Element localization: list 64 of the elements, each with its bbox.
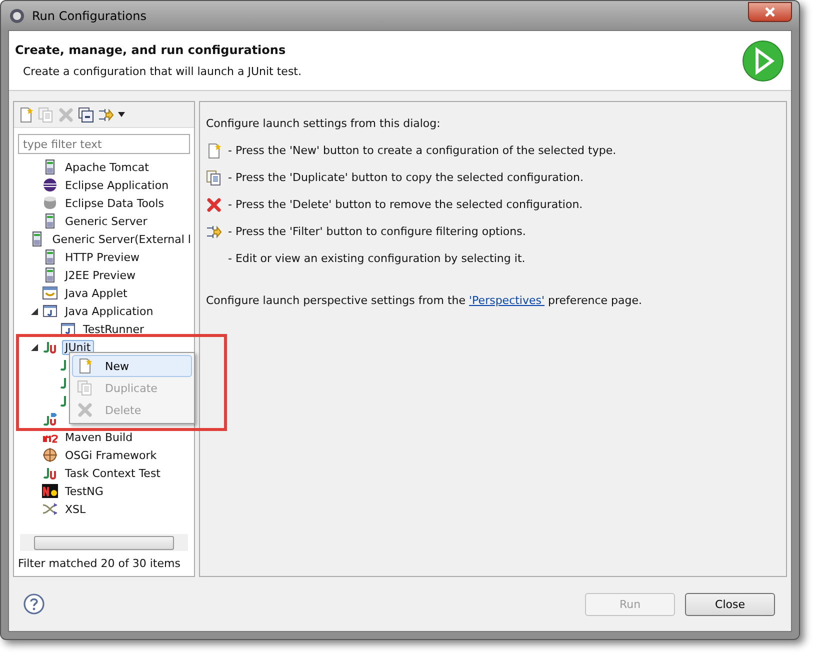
perspectives-link[interactable]: 'Perspectives' [469, 294, 545, 307]
tree-item[interactable]: HTTP Preview [62, 250, 142, 264]
help-text: - Press the 'New' button to create a configuration of the selected type. [228, 144, 616, 157]
junit-icon [60, 376, 66, 390]
tree-item[interactable]: OSGi Framework [62, 448, 160, 462]
expanded-arrow-icon[interactable] [30, 308, 38, 314]
window-icon [42, 303, 58, 319]
shuffle-icon [42, 501, 58, 517]
filter-field[interactable]: type filter text [18, 134, 190, 154]
filter-status: Filter matched 20 of 30 items [17, 556, 182, 572]
dropdown-icon[interactable] [118, 112, 125, 117]
tree-item[interactable]: TestRunner [80, 322, 148, 336]
horizontal-scrollbar[interactable] [20, 534, 188, 551]
junit-icon [60, 394, 66, 408]
tree-item[interactable]: Generic Server(External l [49, 232, 194, 246]
copy-icon [38, 106, 54, 122]
junit-icon [42, 465, 58, 481]
filter-icon [206, 224, 222, 240]
play-icon [741, 38, 785, 82]
junit-icon [60, 358, 66, 372]
tree-item[interactable]: J2EE Preview [62, 268, 138, 282]
menu-item[interactable]: New [72, 355, 192, 377]
eclipse-icon [42, 177, 58, 193]
copy-icon [77, 380, 93, 396]
header-title: Create, manage, and run configurations [15, 43, 287, 57]
new-file-icon [77, 358, 93, 374]
tree-item[interactable]: Eclipse Data Tools [62, 196, 167, 210]
tree-item[interactable]: TestNG [62, 484, 106, 498]
filter-icon [98, 106, 114, 122]
tree-item[interactable]: Java Application [62, 304, 156, 318]
new-file-icon [206, 142, 222, 158]
collapse-icon [78, 106, 94, 122]
help-text: - Press the 'Delete' button to remove the selected configuration. [228, 198, 583, 211]
help-text: - Press the 'Duplicate' button to copy the selected configuration. [228, 171, 584, 184]
perspective-text: Configure launch perspective settings from the 'Perspectives' preference page. [206, 294, 644, 307]
tree-item[interactable]: XSL [62, 502, 89, 516]
database-icon [42, 195, 58, 211]
dialog-button[interactable]: Close [685, 592, 775, 616]
window-icon [60, 321, 76, 337]
junit-plugin-icon [42, 411, 58, 427]
header-subtitle: Create a configuration that will launch a JUnit test. [22, 65, 302, 78]
help-icon[interactable] [23, 593, 45, 615]
copy-icon [206, 170, 222, 186]
crosshair-icon [42, 447, 58, 463]
help-text: - Press the 'Filter' button to configure filtering options. [228, 225, 526, 238]
tree-item[interactable]: Java Applet [62, 286, 130, 300]
delete-icon [77, 402, 93, 418]
expanded-arrow-icon[interactable] [30, 344, 38, 350]
delete-icon [206, 196, 222, 212]
applet-icon [42, 285, 58, 301]
tree-item[interactable]: Maven Build [62, 430, 136, 444]
testng-icon [42, 483, 58, 499]
new-file-icon [18, 106, 34, 122]
close-icon [765, 6, 775, 16]
delete-icon [58, 106, 74, 122]
tree-item[interactable]: Apache Tomcat [62, 160, 152, 174]
tree-item[interactable]: Eclipse Application [62, 178, 172, 192]
tree-item[interactable]: Generic Server [62, 214, 150, 228]
window-title: Run Configurations [32, 8, 146, 22]
help-text: - Edit or view an existing configuration by selecting it. [228, 252, 526, 265]
tree-item[interactable]: Task Context Test [62, 466, 164, 480]
close-button[interactable] [748, 2, 792, 22]
intro-text: Configure launch settings from this dialog: [206, 117, 440, 130]
junit-icon [42, 339, 58, 355]
